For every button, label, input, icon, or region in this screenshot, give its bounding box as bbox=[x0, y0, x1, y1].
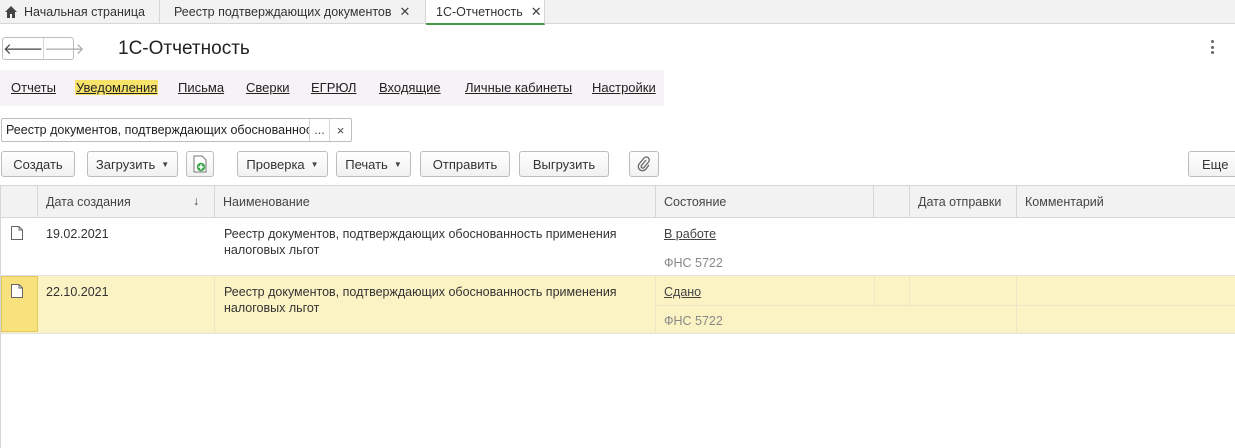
choose-button[interactable]: ... bbox=[309, 119, 329, 141]
check-button-label: Проверка bbox=[246, 156, 305, 172]
forward-arrow-icon[interactable]: 🡒 bbox=[43, 38, 84, 59]
row-state[interactable]: Сдано bbox=[664, 285, 701, 299]
tab-registry[interactable]: Реестр подтверждающих документов ✕ bbox=[160, 0, 426, 24]
close-icon[interactable]: ✕ bbox=[400, 4, 411, 20]
section-notifications[interactable]: Уведомления bbox=[75, 80, 159, 95]
section-incoming[interactable]: Входящие bbox=[379, 80, 441, 95]
export-button[interactable]: Выгрузить bbox=[519, 151, 609, 177]
nav-buttons: 🡐 🡒 bbox=[2, 37, 84, 60]
more-menu-icon[interactable] bbox=[1209, 40, 1215, 54]
header-date-created-label: Дата создания bbox=[46, 195, 131, 209]
tab-1c-reporting[interactable]: 1С-Отчетность ✕ bbox=[426, 0, 545, 25]
section-reports[interactable]: Отчеты bbox=[11, 80, 56, 95]
check-button[interactable]: Проверка ▼ bbox=[237, 151, 328, 177]
header-date-sent-label: Дата отправки bbox=[918, 195, 1002, 209]
dropdown-caret-icon: ▼ bbox=[310, 159, 319, 169]
back-arrow-icon[interactable]: 🡐 bbox=[3, 38, 43, 59]
home-icon bbox=[5, 6, 17, 18]
tab-bar: Начальная страница Реестр подтверждающих… bbox=[0, 0, 1235, 25]
tab-registry-label: Реестр подтверждающих документов bbox=[174, 5, 392, 19]
row-state[interactable]: В работе bbox=[664, 227, 716, 241]
document-type-value[interactable]: Реестр документов, подтверждающих обосно… bbox=[2, 119, 309, 141]
add-file-icon bbox=[193, 155, 207, 173]
section-settings[interactable]: Настройки bbox=[592, 80, 656, 95]
document-type-selector[interactable]: Реестр документов, подтверждающих обосно… bbox=[1, 118, 352, 142]
load-button[interactable]: Загрузить ▼ bbox=[87, 151, 178, 177]
send-button[interactable]: Отправить bbox=[420, 151, 510, 177]
document-icon bbox=[11, 284, 23, 298]
table-row-selected[interactable]: 22.10.2021 Реестр документов, подтвержда… bbox=[1, 276, 1235, 334]
attach-button[interactable] bbox=[629, 151, 659, 177]
header-date-created[interactable]: Дата создания ↓ bbox=[38, 186, 215, 218]
header-date-sent[interactable]: Дата отправки bbox=[910, 186, 1017, 218]
header-name[interactable]: Наименование bbox=[215, 186, 656, 218]
section-reconciliations[interactable]: Сверки bbox=[246, 80, 290, 95]
paperclip-icon bbox=[637, 156, 650, 172]
table-row[interactable]: 19.02.2021 Реестр документов, подтвержда… bbox=[1, 218, 1235, 276]
more-button[interactable]: Еще bbox=[1188, 151, 1235, 177]
header-extra[interactable] bbox=[874, 186, 910, 218]
close-icon[interactable]: ✕ bbox=[531, 4, 542, 20]
section-egrul[interactable]: ЕГРЮЛ bbox=[311, 80, 356, 95]
add-file-button[interactable] bbox=[186, 151, 214, 177]
section-personal-accounts[interactable]: Личные кабинеты bbox=[465, 80, 572, 95]
header-icon-column bbox=[1, 186, 38, 218]
print-button-label: Печать bbox=[345, 156, 388, 172]
table-header: Дата создания ↓ Наименование Состояние Д… bbox=[1, 186, 1235, 218]
load-button-label: Загрузить bbox=[95, 156, 156, 172]
export-button-label: Выгрузить bbox=[532, 156, 596, 172]
row-recipient: ФНС 5722 bbox=[664, 314, 723, 328]
tab-home-label: Начальная страница bbox=[24, 5, 145, 19]
tab-1c-reporting-label: 1С-Отчетность bbox=[436, 4, 523, 19]
create-button[interactable]: Создать bbox=[1, 151, 75, 177]
tab-home[interactable]: Начальная страница bbox=[0, 0, 160, 24]
dropdown-caret-icon: ▼ bbox=[393, 159, 402, 169]
send-button-label: Отправить bbox=[432, 156, 498, 172]
create-button-label: Создать bbox=[13, 156, 63, 172]
print-button[interactable]: Печать ▼ bbox=[336, 151, 411, 177]
section-letters[interactable]: Письма bbox=[178, 80, 224, 95]
section-menu: Отчеты Уведомления Письма Сверки ЕГРЮЛ В… bbox=[0, 70, 664, 106]
header-comment[interactable]: Комментарий bbox=[1017, 186, 1235, 218]
sort-arrow-icon: ↓ bbox=[193, 194, 200, 208]
clear-button[interactable]: × bbox=[329, 119, 351, 141]
page-title: 1С-Отчетность bbox=[118, 38, 250, 59]
header-state[interactable]: Состояние bbox=[656, 186, 874, 218]
more-button-label: Еще bbox=[1202, 156, 1229, 172]
row-divider bbox=[656, 305, 1235, 306]
row-extra-cell bbox=[874, 276, 910, 305]
header-name-label: Наименование bbox=[223, 195, 310, 209]
dropdown-caret-icon: ▼ bbox=[161, 159, 170, 169]
row-name: Реестр документов, подтверждающих обосно… bbox=[215, 276, 656, 334]
document-icon bbox=[11, 226, 23, 240]
documents-table: Дата создания ↓ Наименование Состояние Д… bbox=[0, 185, 1235, 448]
header-comment-label: Комментарий bbox=[1025, 195, 1104, 209]
row-date: 22.10.2021 bbox=[38, 276, 215, 334]
header-state-label: Состояние bbox=[664, 195, 727, 209]
